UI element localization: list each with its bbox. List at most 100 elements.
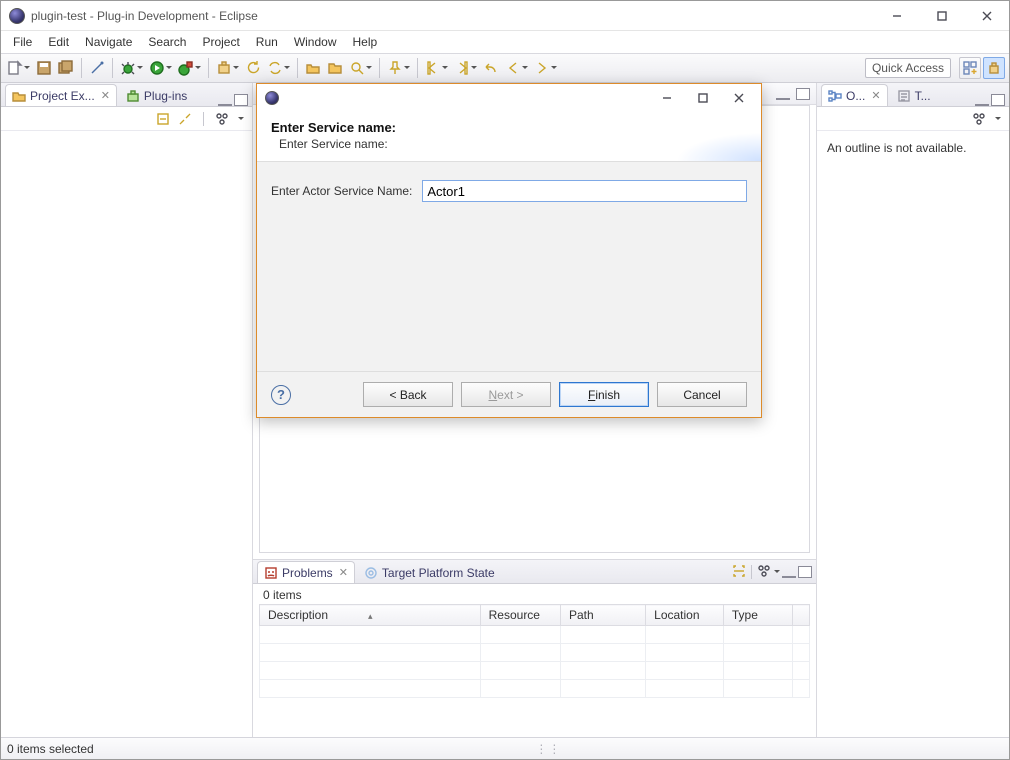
back-button[interactable] (503, 57, 530, 79)
plugins-tab[interactable]: Plug-ins (119, 84, 194, 106)
filters-icon[interactable] (215, 112, 229, 126)
menu-help[interactable]: Help (345, 33, 386, 51)
nav-fwd-history-button[interactable] (452, 57, 479, 79)
col-location[interactable]: Location (646, 605, 724, 626)
bottom-stack: Problems ✕ Target Platform State (253, 559, 816, 737)
col-description[interactable]: Description (260, 605, 481, 626)
pde-perspective-button[interactable] (983, 57, 1005, 79)
actor-service-name-input[interactable] (422, 180, 747, 202)
menu-search[interactable]: Search (140, 33, 194, 51)
sync-button[interactable] (265, 57, 292, 79)
col-path[interactable]: Path (561, 605, 646, 626)
forward-button[interactable] (532, 57, 559, 79)
dialog-maximize-button[interactable] (685, 84, 721, 112)
tab-close-icon[interactable]: ✕ (871, 89, 880, 102)
filters-icon[interactable] (757, 564, 771, 581)
view-minimize-button[interactable] (218, 94, 232, 106)
new-button[interactable] (5, 57, 32, 79)
open-perspective-button[interactable] (959, 57, 981, 79)
arrow-right-icon (534, 60, 550, 76)
col-resource[interactable]: Resource (480, 605, 560, 626)
col-extra[interactable] (793, 605, 810, 626)
table-row[interactable] (260, 644, 810, 662)
view-maximize-button[interactable] (234, 94, 248, 106)
help-button[interactable]: ? (271, 385, 291, 405)
refresh-button[interactable] (243, 57, 263, 79)
statusbar: 0 items selected ⋮⋮ (1, 737, 1009, 759)
menu-navigate[interactable]: Navigate (77, 33, 140, 51)
collapse-all-icon[interactable] (156, 112, 170, 126)
nav-back-history-button[interactable] (423, 57, 450, 79)
problems-tab[interactable]: Problems ✕ (257, 561, 355, 583)
refresh-icon (245, 60, 261, 76)
open-type-button[interactable] (325, 57, 345, 79)
new-plugin-button[interactable] (214, 57, 241, 79)
bottom-tabstrip: Problems ✕ Target Platform State (253, 560, 816, 584)
view-menu-button[interactable] (994, 108, 1001, 130)
eclipse-icon (9, 8, 25, 24)
finish-button[interactable]: Finish (559, 382, 649, 407)
save-button[interactable] (34, 57, 54, 79)
statusbar-grip[interactable]: ⋮⋮ (535, 742, 561, 756)
problems-table[interactable]: Description Resource Path Location Type (259, 604, 810, 698)
actor-service-name-label: Enter Actor Service Name: (271, 184, 412, 198)
save-all-button[interactable] (56, 57, 76, 79)
tab-close-icon[interactable]: ✕ (101, 89, 110, 102)
view-menu-button[interactable] (237, 108, 244, 130)
nav-stack-icon (425, 60, 441, 76)
link-editor-icon[interactable] (178, 112, 192, 126)
run-button[interactable] (147, 57, 174, 79)
project-explorer-tab[interactable]: Project Ex... ✕ (5, 84, 117, 106)
filters-icon[interactable] (972, 112, 986, 126)
outline-tab[interactable]: O... ✕ (821, 84, 888, 106)
project-explorer-icon (12, 89, 26, 103)
outline-empty-message: An outline is not available. (817, 131, 1009, 165)
focus-icon[interactable] (732, 564, 746, 581)
last-edit-button[interactable] (481, 57, 501, 79)
problems-icon (264, 566, 278, 580)
wand-button[interactable] (87, 57, 107, 79)
quick-access-box[interactable]: Quick Access (865, 58, 951, 78)
window-minimize-button[interactable] (874, 1, 919, 30)
view-minimize-button[interactable] (975, 94, 989, 106)
pin-button[interactable] (385, 57, 412, 79)
table-row[interactable] (260, 626, 810, 644)
table-row[interactable] (260, 662, 810, 680)
cancel-button[interactable]: Cancel (657, 382, 747, 407)
menu-edit[interactable]: Edit (40, 33, 77, 51)
search-button[interactable] (347, 57, 374, 79)
target-platform-label: Target Platform State (382, 566, 495, 580)
tab-close-icon[interactable]: ✕ (339, 566, 348, 579)
editor-minimize-button[interactable] (776, 88, 790, 100)
task-list-tab[interactable]: T... (890, 84, 938, 106)
dialog-minimize-button[interactable] (649, 84, 685, 112)
dialog-form: Enter Actor Service Name: (257, 162, 761, 371)
debug-button[interactable] (118, 57, 145, 79)
dialog-titlebar (257, 84, 761, 112)
right-tabstrip: O... ✕ T... (817, 83, 1009, 107)
project-explorer-toolbar (1, 107, 252, 131)
view-menu-button[interactable] (773, 561, 780, 583)
ext-tools-icon (178, 60, 194, 76)
open-folder-button[interactable] (303, 57, 323, 79)
table-row[interactable] (260, 680, 810, 698)
view-minimize-button[interactable] (782, 566, 796, 578)
menubar: File Edit Navigate Search Project Run Wi… (1, 31, 1009, 53)
save-icon (36, 60, 52, 76)
col-type[interactable]: Type (723, 605, 792, 626)
view-maximize-button[interactable] (798, 566, 812, 578)
menu-window[interactable]: Window (286, 33, 345, 51)
window-close-button[interactable] (964, 1, 1009, 30)
project-explorer-body[interactable] (1, 131, 252, 737)
window-maximize-button[interactable] (919, 1, 964, 30)
back-button[interactable]: < Back (363, 382, 453, 407)
ext-tools-button[interactable] (176, 57, 203, 79)
view-maximize-button[interactable] (991, 94, 1005, 106)
menu-file[interactable]: File (5, 33, 40, 51)
editor-maximize-button[interactable] (796, 88, 810, 100)
dialog-close-button[interactable] (721, 84, 757, 112)
target-platform-tab[interactable]: Target Platform State (357, 561, 502, 583)
menu-project[interactable]: Project (194, 33, 247, 51)
new-icon (7, 60, 23, 76)
menu-run[interactable]: Run (248, 33, 286, 51)
